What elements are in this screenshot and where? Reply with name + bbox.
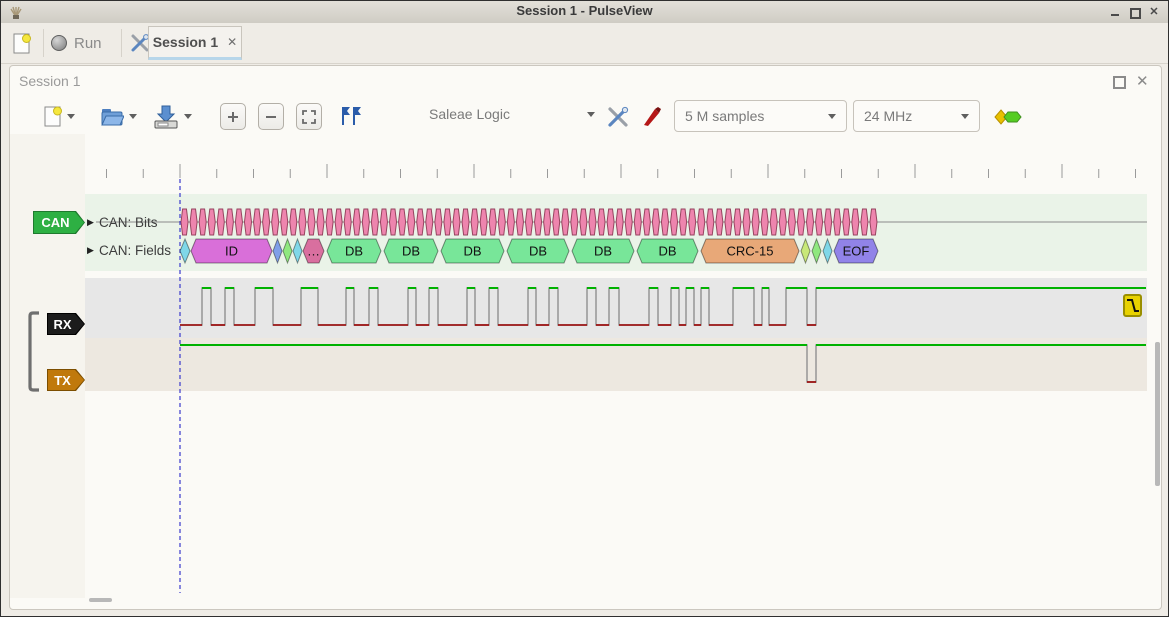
trigger-flags-icon xyxy=(338,104,364,128)
falling-edge-icon xyxy=(1125,296,1140,315)
signal-tag-tx[interactable]: TX xyxy=(47,369,85,391)
channels-button[interactable] xyxy=(638,103,666,131)
titlebar[interactable]: Session 1 - PulseView ✕ xyxy=(1,1,1168,24)
sample-count-value: 5 M samples xyxy=(685,108,764,124)
decoder-rows-background xyxy=(85,194,1147,271)
tag-label: CAN xyxy=(34,212,84,233)
zoom-fit-button[interactable] xyxy=(296,103,322,130)
new-session-button[interactable] xyxy=(9,30,35,56)
window-title: Session 1 - PulseView xyxy=(1,3,1168,18)
save-button[interactable] xyxy=(151,101,181,131)
zoom-in-button[interactable] xyxy=(220,103,246,130)
row-label-can-fields[interactable]: CAN: Fields xyxy=(99,243,171,258)
open-dropdown-arrow[interactable] xyxy=(129,114,137,119)
expander-can-fields[interactable]: ▶ xyxy=(87,245,94,256)
new-file-dropdown-arrow[interactable] xyxy=(67,114,75,119)
save-dropdown-arrow[interactable] xyxy=(184,114,192,119)
sample-rate-value: 24 MHz xyxy=(864,108,912,124)
dock-restore-icon[interactable] xyxy=(1113,76,1126,89)
probe-icon xyxy=(640,105,664,129)
main-toolbar: Run Session 1 ✕ xyxy=(1,23,1168,64)
toolbar-separator xyxy=(43,29,44,57)
row-label-can-bits[interactable]: CAN: Bits xyxy=(99,215,158,230)
signal-tag-rx[interactable]: RX xyxy=(47,313,85,335)
expander-can-bits[interactable]: ▶ xyxy=(87,217,94,228)
open-button[interactable] xyxy=(99,102,125,130)
decoder-tag-can[interactable]: CAN xyxy=(33,211,85,234)
plus-icon xyxy=(226,110,240,124)
run-button[interactable]: Run xyxy=(51,29,113,57)
sample-count-select[interactable]: 5 M samples xyxy=(674,100,847,132)
maximize-button[interactable] xyxy=(1128,6,1142,18)
tab-label: Session 1 xyxy=(153,34,218,50)
tab-close-icon[interactable]: ✕ xyxy=(227,35,237,49)
sample-rate-dropdown-arrow xyxy=(961,114,969,119)
trigger-marker[interactable] xyxy=(1123,294,1142,317)
toolbar-separator xyxy=(121,29,122,57)
tx-row-background[interactable] xyxy=(85,338,1147,391)
rx-row-background[interactable] xyxy=(85,278,1147,338)
device-select[interactable]: Saleae Logic xyxy=(429,106,595,122)
open-folder-icon xyxy=(100,105,124,127)
save-icon xyxy=(152,103,180,129)
minus-icon xyxy=(264,110,278,124)
vertical-scrollbar[interactable] xyxy=(1155,342,1160,486)
sample-count-dropdown-arrow xyxy=(828,114,836,119)
device-config-button[interactable] xyxy=(604,103,632,131)
sample-rate-select[interactable]: 24 MHz xyxy=(853,100,980,132)
new-file-button[interactable] xyxy=(41,102,65,130)
run-button-label: Run xyxy=(74,35,102,52)
trace-label-gutter xyxy=(10,134,85,598)
decoder-icon xyxy=(994,106,1024,128)
horizontal-scrollbar[interactable] xyxy=(89,598,112,602)
new-session-icon xyxy=(12,32,32,55)
dock-close-icon[interactable]: ✕ xyxy=(1136,72,1149,90)
pulseview-window: Session 1 - PulseView ✕ Run Session 1 xyxy=(0,0,1169,617)
wrench-screwdriver-icon xyxy=(606,105,630,129)
zoom-fit-icon xyxy=(301,109,317,125)
new-file-icon xyxy=(43,104,63,128)
zoom-out-button[interactable] xyxy=(258,103,284,130)
add-decoder-button[interactable] xyxy=(994,105,1024,129)
device-select-value: Saleae Logic xyxy=(429,106,510,122)
run-state-icon xyxy=(51,35,67,51)
minimize-button[interactable] xyxy=(1108,6,1122,18)
dock-title: Session 1 xyxy=(19,73,80,89)
tab-session-1[interactable]: Session 1 ✕ xyxy=(148,26,242,60)
device-dropdown-arrow xyxy=(587,112,595,117)
trigger-flags-button[interactable] xyxy=(337,103,365,129)
close-button[interactable]: ✕ xyxy=(1147,6,1161,18)
time-ruler[interactable]: 0+20 µs+40 µs+60 µs+80 µs+100 µs+120 µs xyxy=(85,136,1147,179)
